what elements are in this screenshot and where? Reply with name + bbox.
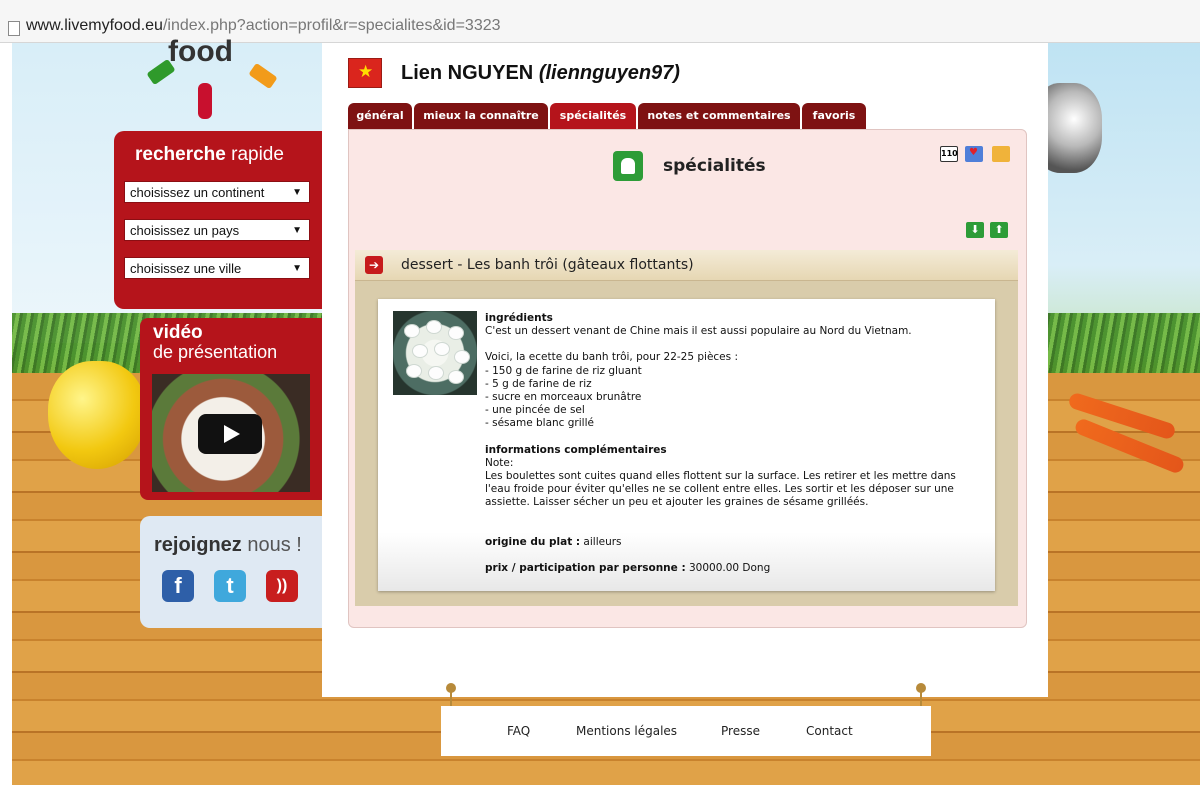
pin-icon: [446, 683, 456, 693]
facebook-icon[interactable]: f: [162, 570, 194, 602]
count-badge-icon[interactable]: 110: [940, 146, 958, 162]
continent-select[interactable]: choisissez un continent ▼: [124, 181, 310, 203]
recipe-line: Voici, la ecette du banh trôi, pour 22-2…: [485, 351, 738, 364]
join-us-panel: rejoignez nous ! f t )): [140, 516, 322, 628]
profile-username: (liennguyen97): [538, 62, 680, 84]
dropdown-arrow-icon: ▼: [292, 187, 302, 198]
quick-search-title: recherche rapide: [135, 144, 284, 165]
page-icon: [8, 21, 20, 36]
arrow-up-icon[interactable]: ⬆: [990, 222, 1008, 238]
tab-mieux-la-connaitre[interactable]: mieux la connaître: [414, 103, 548, 129]
quick-search-panel: recherche rapide choisissez un continent…: [114, 131, 322, 309]
video-title: vidéo: [153, 322, 203, 343]
recipe-text: ingrédients C'est un dessert venant de C…: [485, 312, 980, 575]
ingredient-item: - sésame blanc grillé: [485, 417, 594, 430]
dropdown-arrow-icon: ▼: [292, 263, 302, 274]
url-path: /index.php?action=profil&r=specialites&i…: [162, 17, 501, 34]
knife-icon: [248, 62, 278, 90]
profile-name: Lien NGUYEN (liennguyen97): [401, 62, 680, 84]
ingredient-item: - 5 g de farine de riz: [485, 377, 592, 390]
dish-photo: [393, 311, 477, 395]
favorite-icon[interactable]: [965, 146, 983, 162]
tab-general[interactable]: général: [348, 103, 412, 129]
presentation-video-panel: vidéo de présentation: [140, 318, 322, 500]
tab-specialites[interactable]: spécialités: [550, 103, 636, 129]
join-us-title: rejoignez nous !: [154, 534, 302, 556]
price-line: prix / participation par personne : 3000…: [485, 561, 771, 574]
arrow-down-icon[interactable]: ⬇: [966, 222, 984, 238]
info-heading: informations complémentaires: [485, 443, 667, 456]
dish-title: dessert - Les banh trôi (gâteaux flottan…: [401, 257, 694, 273]
footer-link-contact[interactable]: Contact: [806, 724, 853, 738]
url-text[interactable]: www.livemyfood.eu/index.php?action=profi…: [26, 17, 501, 35]
vietnam-flag-icon: [348, 58, 382, 88]
footer-link-presse[interactable]: Presse: [721, 724, 760, 738]
dropdown-arrow-icon: ▼: [292, 225, 302, 236]
ingredient-item: - 150 g de farine de riz gluant: [485, 364, 642, 377]
yellow-pepper-image: [48, 361, 146, 469]
ingredient-item: - sucre en morceaux brunâtre: [485, 391, 642, 404]
ingredient-item: - une pincée de sel: [485, 404, 585, 417]
section-title: spécialités: [663, 156, 766, 176]
specialites-panel: spécialités 110 ⬇ ⬆ ➔ dessert - Les banh…: [348, 129, 1027, 628]
chef-hat-icon: [613, 151, 643, 181]
ingredients-heading: ingrédients: [485, 312, 553, 324]
note-text: Les boulettes sont cuites quand elles fl…: [485, 470, 956, 509]
video-subtitle: de présentation: [153, 342, 278, 362]
recipe-intro: C'est un dessert venant de Chine mais il…: [485, 325, 912, 338]
recipe-frame: ingrédients C'est un dessert venant de C…: [355, 281, 1018, 606]
dish-header[interactable]: ➔ dessert - Les banh trôi (gâteaux flott…: [355, 250, 1018, 281]
twitter-icon[interactable]: t: [214, 570, 246, 602]
arrow-right-icon[interactable]: ➔: [365, 256, 383, 274]
recipe-card: ingrédients C'est un dessert venant de C…: [378, 299, 995, 591]
note-label: Note:: [485, 456, 514, 469]
tab-favoris[interactable]: favoris: [802, 103, 866, 129]
tab-notes-et-commentaires[interactable]: notes et commentaires: [638, 103, 800, 129]
footer-link-mentions-legales[interactable]: Mentions légales: [576, 724, 677, 738]
country-select[interactable]: choisissez un pays ▼: [124, 219, 310, 241]
origin-line: origine du plat : ailleurs: [485, 535, 622, 548]
spoon-icon: [198, 83, 212, 119]
mail-icon[interactable]: [992, 146, 1010, 162]
footer-link-faq[interactable]: FAQ: [507, 724, 530, 738]
site-logo[interactable]: food: [140, 35, 290, 123]
logo-text: food: [168, 35, 233, 68]
play-icon[interactable]: [198, 414, 262, 454]
city-select[interactable]: choisissez une ville ▼: [124, 257, 310, 279]
pin-icon: [916, 683, 926, 693]
url-host: www.livemyfood.eu: [26, 17, 163, 34]
rss-icon[interactable]: )): [266, 570, 298, 602]
profile-main-panel: Lien NGUYEN (liennguyen97) général mieux…: [322, 43, 1048, 697]
